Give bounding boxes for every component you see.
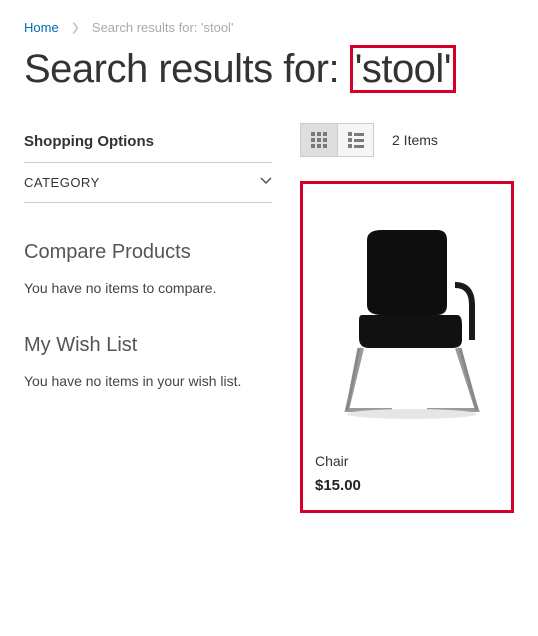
product-image xyxy=(311,192,503,447)
shopping-options-title: Shopping Options xyxy=(24,123,272,163)
breadcrumb-home[interactable]: Home xyxy=(24,20,59,35)
main: 2 Items xyxy=(300,123,514,513)
wishlist-block: My Wish List You have no items in your w… xyxy=(24,334,272,389)
compare-products-title: Compare Products xyxy=(24,241,272,264)
chevron-right-icon: ❯ xyxy=(71,21,80,34)
chair-icon xyxy=(327,220,487,420)
toolbar: 2 Items xyxy=(300,123,514,157)
page-title-prefix: Search results for: xyxy=(24,47,350,91)
grid-icon xyxy=(311,132,327,148)
product-price: $15.00 xyxy=(315,477,503,494)
product-name[interactable]: Chair xyxy=(315,453,503,469)
list-view-button[interactable] xyxy=(337,124,373,156)
filter-category[interactable]: CATEGORY xyxy=(24,163,272,203)
product-card[interactable]: Chair $15.00 xyxy=(300,181,514,513)
result-count: 2 Items xyxy=(392,132,438,148)
page-title-query-highlight: 'stool' xyxy=(350,45,456,93)
grid-view-button[interactable] xyxy=(301,124,337,156)
list-icon xyxy=(348,132,364,148)
chevron-down-icon xyxy=(260,175,272,190)
filter-label: CATEGORY xyxy=(24,175,100,190)
wishlist-empty: You have no items in your wish list. xyxy=(24,373,272,389)
compare-products-block: Compare Products You have no items to co… xyxy=(24,241,272,296)
wishlist-title: My Wish List xyxy=(24,334,272,357)
sidebar: Shopping Options CATEGORY Compare Produc… xyxy=(24,123,272,513)
view-mode-switcher xyxy=(300,123,374,157)
compare-products-empty: You have no items to compare. xyxy=(24,280,272,296)
breadcrumb-current: Search results for: 'stool' xyxy=(92,20,234,35)
page-title: Search results for: 'stool' xyxy=(24,45,514,93)
breadcrumb: Home ❯ Search results for: 'stool' xyxy=(24,20,514,35)
